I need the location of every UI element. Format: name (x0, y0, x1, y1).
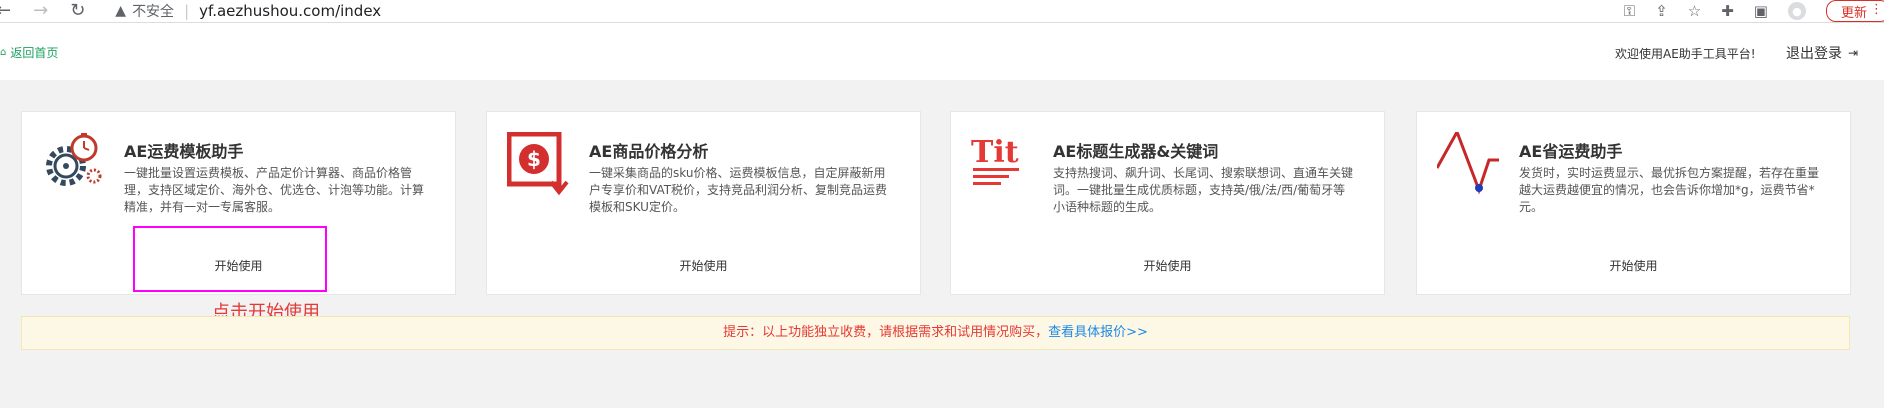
card-price-analysis: $ AE商品价格分析 一键采集商品的sku价格、运费模板信息，自定屏蔽新用户专享… (486, 111, 921, 295)
dollar-download-icon: $ (506, 131, 569, 196)
card-description: 一键批量设置运费模板、产品定价计算器、商品价格管理，支持区域定价、海外仓、优选仓… (124, 166, 425, 214)
browser-actions: ⚿ ⇪ ☆ ✚ ▣ ● 更新 ⋮ (1624, 0, 1884, 22)
highlight-box (133, 226, 327, 292)
card-title: AE标题生成器&关键词 (1053, 142, 1219, 161)
sidepanel-icon[interactable]: ▣ (1754, 2, 1768, 20)
logout-label: 退出登录 (1786, 46, 1842, 62)
svg-text:Tit: Tit (971, 135, 1019, 170)
menu-dots-icon[interactable]: ⋮ (1870, 2, 1883, 17)
extensions-icon[interactable]: ✚ (1721, 2, 1734, 20)
notice-bar: 提示：以上功能独立收费，请根据需求和试用情况购买，查看具体报价>> (21, 316, 1850, 350)
card-title: AE商品价格分析 (589, 142, 709, 161)
trend-line-icon (1435, 128, 1499, 195)
reload-icon[interactable]: ↻ (70, 2, 85, 20)
url-text[interactable]: yf.aezhushou.com/index (199, 2, 381, 20)
home-link-label: 返回首页 (10, 46, 59, 60)
warning-icon: ▲ (115, 3, 127, 19)
home-link[interactable]: ⌂ 返回首页 (0, 44, 58, 61)
start-button[interactable]: 开始使用 (487, 257, 920, 274)
logout-link[interactable]: 退出登录 ⇥ (1786, 43, 1858, 63)
share-icon[interactable]: ⇪ (1655, 2, 1668, 20)
app-header: ⌂ 返回首页 欢迎使用AE助手工具平台! 退出登录 ⇥ (0, 23, 1884, 80)
card-title: AE运费模板助手 (124, 142, 244, 161)
start-button[interactable]: 开始使用 (951, 257, 1384, 274)
card-description: 发货时，实时运费显示、最优拆包方案提醒，若存在重量越大运费越便宜的情况，也会告诉… (1519, 166, 1820, 214)
profile-avatar-icon[interactable]: ● (1787, 2, 1806, 20)
card-title-generator: Tit AE标题生成器&关键词 支持热搜词、飙升词、长尾词、搜索联想词、直通车关… (950, 111, 1385, 295)
tit-text-icon: Tit (971, 132, 1031, 192)
svg-text:$: $ (527, 147, 541, 171)
divider: | (184, 2, 190, 20)
forward-icon[interactable]: → (33, 2, 48, 20)
update-button[interactable]: 更新 ⋮ (1825, 0, 1884, 22)
start-button[interactable]: 开始使用 (1417, 257, 1850, 274)
browser-toolbar: ← → ↻ ▲ 不安全 | yf.aezhushou.com/index ⚿ ⇪… (0, 0, 1884, 23)
browser-nav: ← → ↻ (0, 2, 85, 20)
notice-text: 提示：以上功能独立收费，请根据需求和试用情况购买， (723, 325, 1049, 340)
logout-icon: ⇥ (1848, 46, 1859, 60)
key-icon[interactable]: ⚿ (1624, 2, 1635, 20)
card-title: AE省运费助手 (1519, 142, 1623, 161)
back-icon[interactable]: ← (0, 2, 11, 20)
update-label: 更新 (1840, 5, 1867, 21)
welcome-text: 欢迎使用AE助手工具平台! (1615, 47, 1756, 61)
address-bar[interactable]: ▲ 不安全 | yf.aezhushou.com/index (115, 1, 381, 21)
pricing-link[interactable]: 查看具体报价>> (1048, 325, 1148, 340)
home-icon: ⌂ (0, 47, 7, 58)
security-label: 不安全 (132, 4, 175, 20)
card-description: 支持热搜词、飙升词、长尾词、搜索联想词、直通车关键词。一键批量生成优质标题，支持… (1053, 166, 1354, 214)
card-description: 一键采集商品的sku价格、运费模板信息，自定屏蔽新用户专享价和VAT税价，支持竞… (589, 166, 888, 214)
star-icon[interactable]: ☆ (1688, 2, 1701, 20)
gear-timer-icon (42, 132, 102, 192)
card-freight-saver: AE省运费助手 发货时，实时运费显示、最优拆包方案提醒，若存在重量越大运费越便宜… (1416, 111, 1851, 295)
